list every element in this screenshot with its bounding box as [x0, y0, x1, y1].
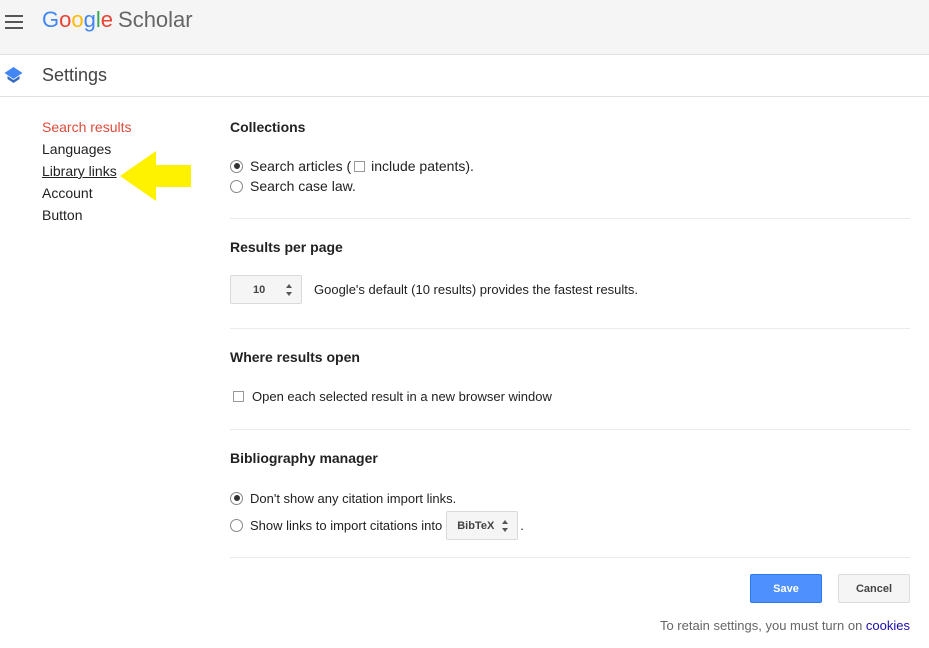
top-bar: Google Scholar — [0, 0, 929, 55]
search-case-law-label: Search case law. — [250, 178, 356, 194]
new-window-label: Open each selected result in a new brows… — [252, 388, 552, 404]
include-patents-checkbox[interactable] — [354, 160, 366, 172]
logo-letter: o — [59, 7, 72, 32]
cookies-note: To retain settings, you must turn on coo… — [660, 618, 910, 633]
settings-sidebar: Search results Languages Library links A… — [42, 116, 131, 226]
collections-section: Collections Search articles ( include pa… — [230, 108, 910, 219]
show-links-label: Show links to import citations into — [250, 518, 443, 533]
results-per-page-hint: Google's default (10 results) provides t… — [314, 282, 639, 297]
bibliography-manager-section: Bibliography manager Don't show any cita… — [230, 430, 910, 558]
logo-letter: e — [100, 7, 114, 32]
cookies-note-text: To retain settings, you must turn on — [659, 618, 863, 633]
include-patents-label: include patents). — [371, 158, 474, 174]
new-window-row: Open each selected result in a new brows… — [230, 386, 910, 406]
where-results-open-section: Where results open Open each selected re… — [230, 329, 910, 430]
dont-show-row: Don't show any citation import links. — [230, 488, 910, 508]
save-button[interactable]: Save — [750, 574, 822, 603]
settings-main: Collections Search articles ( include pa… — [230, 108, 910, 558]
new-window-checkbox[interactable] — [233, 390, 244, 402]
search-case-law-row: Search case law. — [230, 176, 910, 196]
results-per-page-select[interactable]: 10 — [230, 275, 302, 304]
logo-product-name: Scholar — [118, 7, 193, 32]
sidebar-item-library-links[interactable]: Library links — [42, 160, 131, 182]
settings-bar: Settings — [0, 55, 929, 97]
graduation-cap-icon — [4, 67, 23, 83]
search-articles-label: Search articles ( — [250, 158, 352, 174]
page-title: Settings — [42, 65, 108, 85]
logo-letter: o — [71, 7, 84, 32]
sidebar-item-languages[interactable]: Languages — [42, 138, 131, 160]
hamburger-menu-icon[interactable] — [5, 15, 23, 29]
logo-letter: G — [42, 7, 60, 32]
results-per-page-value: 10 — [253, 283, 266, 296]
search-articles-row: Search articles ( include patents). — [230, 156, 910, 176]
section-heading: Where results open — [230, 349, 360, 365]
search-articles-radio[interactable] — [230, 159, 243, 173]
yellow-arrow-annotation-icon — [120, 151, 191, 201]
results-per-page-section: Results per page 10 Google's default (10… — [230, 219, 910, 329]
show-citation-links-radio[interactable] — [230, 519, 243, 532]
cookies-link[interactable]: cookies — [866, 618, 910, 633]
dont-show-citations-radio[interactable] — [230, 491, 243, 505]
section-heading: Collections — [230, 119, 306, 135]
sidebar-item-search-results[interactable]: Search results — [42, 116, 131, 138]
select-spinner-icon — [286, 283, 293, 296]
dont-show-label: Don't show any citation import links. — [250, 490, 457, 506]
section-heading: Results per page — [230, 239, 343, 255]
sidebar-item-account[interactable]: Account — [42, 182, 131, 204]
sidebar-item-button[interactable]: Button — [42, 204, 131, 226]
search-case-law-radio[interactable] — [230, 179, 243, 193]
logo-letter: g — [83, 7, 96, 32]
results-per-page-row: 10 Google's default (10 results) provide… — [230, 275, 910, 304]
google-scholar-logo[interactable]: Google Scholar — [42, 7, 193, 33]
citation-format-value: BibTeX — [457, 519, 495, 532]
show-links-row: Show links to import citations into BibT… — [230, 511, 910, 540]
section-heading: Bibliography manager — [230, 450, 378, 466]
citation-format-select[interactable]: BibTeX — [446, 511, 519, 540]
trailing-period: . — [520, 518, 524, 533]
select-spinner-icon — [502, 519, 509, 532]
cancel-button[interactable]: Cancel — [838, 574, 910, 603]
